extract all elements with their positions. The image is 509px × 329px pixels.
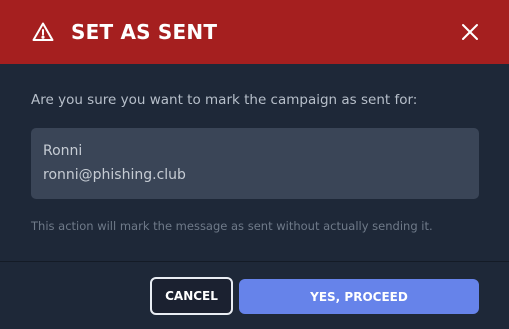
cancel-button[interactable]: CANCEL xyxy=(150,277,233,315)
recipient-info-box: Ronni ronni@phishing.club xyxy=(31,128,479,199)
footer-divider xyxy=(0,261,509,262)
recipient-name: Ronni xyxy=(43,143,83,159)
close-icon[interactable] xyxy=(458,20,482,44)
confirmation-question: Are you sure you want to mark the campai… xyxy=(31,92,418,108)
dialog-title: SET AS SENT xyxy=(71,20,218,44)
recipient-email: ronni@phishing.club xyxy=(43,167,186,183)
action-note: This action will mark the message as sen… xyxy=(31,219,433,233)
dialog-header: SET AS SENT xyxy=(0,0,509,64)
proceed-button[interactable]: YES, PROCEED xyxy=(239,279,479,314)
set-as-sent-dialog: SET AS SENT Are you sure you want to mar… xyxy=(0,0,509,329)
warning-triangle-icon xyxy=(32,22,54,41)
